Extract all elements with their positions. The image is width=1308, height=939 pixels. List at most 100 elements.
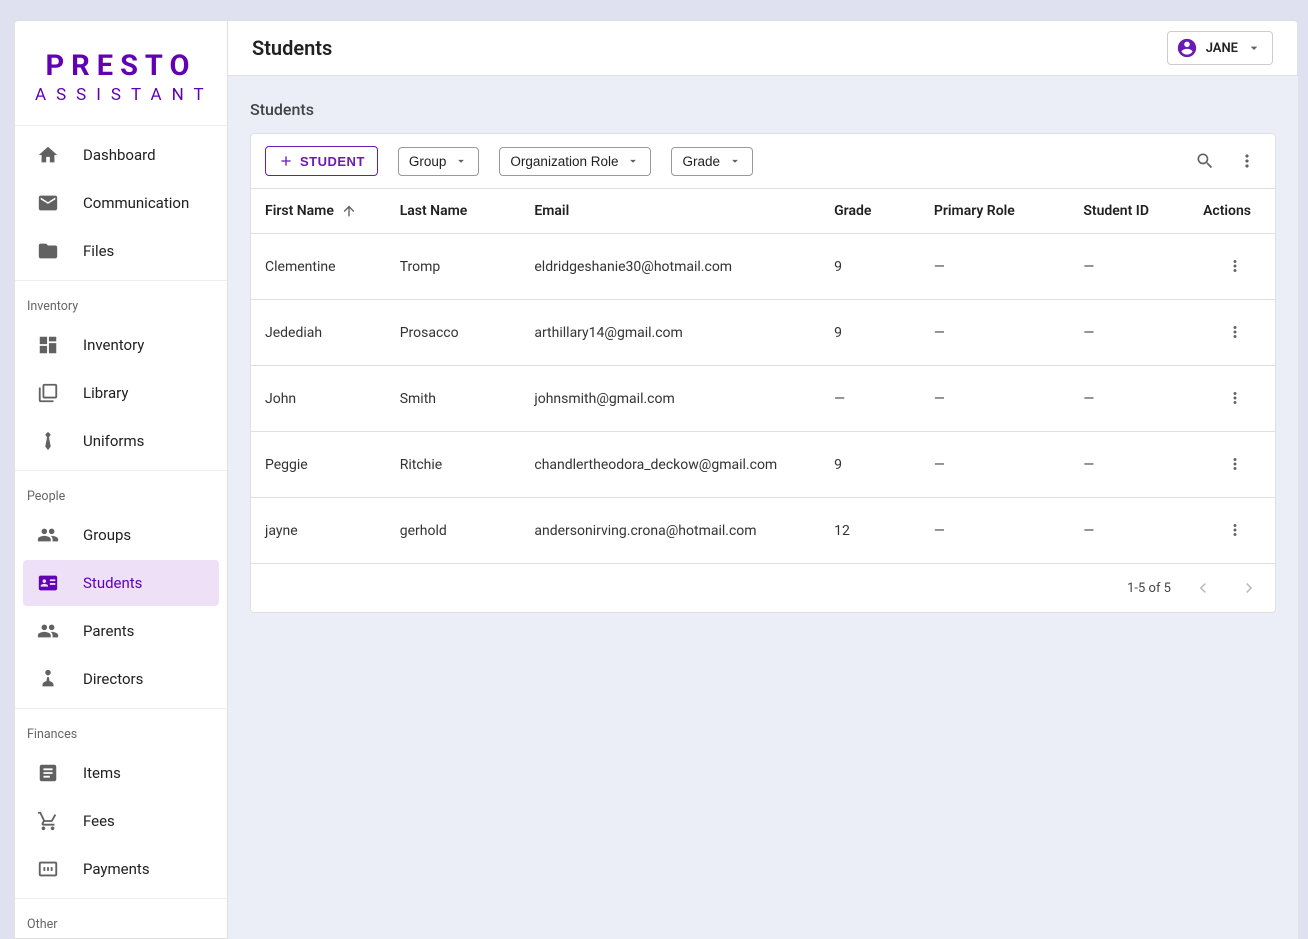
col-actions: Actions [1189,189,1275,234]
cell-student-id: — [1069,366,1189,432]
table-row[interactable]: JohnSmithjohnsmith@gmail.com——— [251,366,1275,432]
sidebar-item-label: Students [83,574,142,592]
add-student-button[interactable]: STUDENT [265,146,378,176]
sidebar-item-label: Communication [83,194,189,212]
sidebar-item-label: Directors [83,670,143,688]
chevron-down-icon [1246,40,1262,56]
cell-student-id: — [1069,432,1189,498]
sidebar-item-parents[interactable]: Parents [23,608,219,654]
row-more-button[interactable] [1223,518,1247,542]
sort-asc-icon [341,203,357,219]
cell-last-name: Tromp [386,234,521,300]
col-student-id[interactable]: Student ID [1069,189,1189,234]
table-row[interactable]: jaynegerholdandersonirving.crona@hotmail… [251,498,1275,564]
sidebar-item-items[interactable]: Items [23,750,219,796]
cell-grade: 9 [820,234,920,300]
cell-actions [1189,300,1275,366]
row-more-button[interactable] [1223,452,1247,476]
table-row[interactable]: PeggieRitchiechandlertheodora_deckow@gma… [251,432,1275,498]
cell-last-name: Prosacco [386,300,521,366]
cell-grade: 9 [820,432,920,498]
more-vert-icon [1237,151,1257,171]
col-grade[interactable]: Grade [820,189,920,234]
cell-actions [1189,366,1275,432]
filter-group[interactable]: Group [398,147,480,176]
add-student-label: STUDENT [300,154,365,169]
col-first-name[interactable]: First Name [251,189,386,234]
more-vert-icon [1226,323,1244,341]
sidebar-item-uniforms[interactable]: Uniforms [23,418,219,464]
page-title: Students [252,36,332,60]
row-more-button[interactable] [1223,386,1247,410]
next-page-button[interactable] [1235,574,1263,602]
sidebar-item-fees[interactable]: Fees [23,798,219,844]
cell-student-id: — [1069,234,1189,300]
cell-email: eldridgeshanie30@hotmail.com [520,234,820,300]
chevron-down-icon [626,154,640,168]
col-email[interactable]: Email [520,189,820,234]
table-row[interactable]: ClementineTrompeldridgeshanie30@hotmail.… [251,234,1275,300]
sidebar-item-directors[interactable]: Directors [23,656,219,702]
more-vert-icon [1226,455,1244,473]
filter-label: Group [409,154,447,169]
chevron-down-icon [454,154,468,168]
more-vert-icon [1226,389,1244,407]
table-row[interactable]: JedediahProsaccoarthillary14@gmail.com9—… [251,300,1275,366]
sidebar-item-label: Payments [83,860,150,878]
sidebar-item-payments[interactable]: Payments [23,846,219,892]
filter-label: Organization Role [510,154,618,169]
row-more-button[interactable] [1223,320,1247,344]
row-more-button[interactable] [1223,254,1247,278]
library-icon [37,382,59,404]
cell-actions [1189,432,1275,498]
sidebar-item-dashboard[interactable]: Dashboard [23,132,219,178]
nav-header-other: Other [15,903,227,938]
cell-first-name: John [251,366,386,432]
students-table: First Name Last Name Email Grade Primary… [251,189,1275,564]
sidebar-item-label: Files [83,242,114,260]
pagination-label: 1-5 of 5 [1127,581,1171,596]
sidebar-item-files[interactable]: Files [23,228,219,274]
widgets-icon [37,334,59,356]
toolbar: STUDENT Group Organization Role Grade [251,134,1275,189]
sidebar-item-communication[interactable]: Communication [23,180,219,226]
groups-icon [37,524,59,546]
cell-first-name: Clementine [251,234,386,300]
badge-icon [37,572,59,594]
search-button[interactable] [1191,147,1219,175]
table-footer: 1-5 of 5 [251,564,1275,612]
toolbar-more-button[interactable] [1233,147,1261,175]
cell-grade: 12 [820,498,920,564]
cell-last-name: gerhold [386,498,521,564]
cell-primary-role: — [920,300,1069,366]
nav-header-people: People [15,475,227,510]
cell-student-id: — [1069,300,1189,366]
cart-icon [37,810,59,832]
sidebar-item-groups[interactable]: Groups [23,512,219,558]
cell-actions [1189,234,1275,300]
filter-label: Grade [682,154,720,169]
list-icon [37,762,59,784]
folder-icon [37,240,59,262]
sidebar-item-label: Fees [83,812,115,830]
user-menu[interactable]: JANE [1167,31,1273,65]
more-vert-icon [1226,257,1244,275]
filter-organization-role[interactable]: Organization Role [499,147,651,176]
sidebar-item-students[interactable]: Students [23,560,219,606]
col-primary-role[interactable]: Primary Role [920,189,1069,234]
sidebar-item-library[interactable]: Library [23,370,219,416]
sidebar-item-inventory[interactable]: Inventory [23,322,219,368]
filter-grade[interactable]: Grade [671,147,753,176]
nav-header-finances: Finances [15,713,227,748]
prev-page-button[interactable] [1189,574,1217,602]
cell-last-name: Ritchie [386,432,521,498]
logo-sub: ASSISTANT [35,85,207,105]
logo-main: PRESTO [35,49,207,83]
cell-last-name: Smith [386,366,521,432]
user-name: JANE [1206,41,1238,56]
sidebar-item-label: Inventory [83,336,144,354]
nav-header-inventory: Inventory [15,285,227,320]
cell-primary-role: — [920,498,1069,564]
search-icon [1195,151,1215,171]
col-last-name[interactable]: Last Name [386,189,521,234]
